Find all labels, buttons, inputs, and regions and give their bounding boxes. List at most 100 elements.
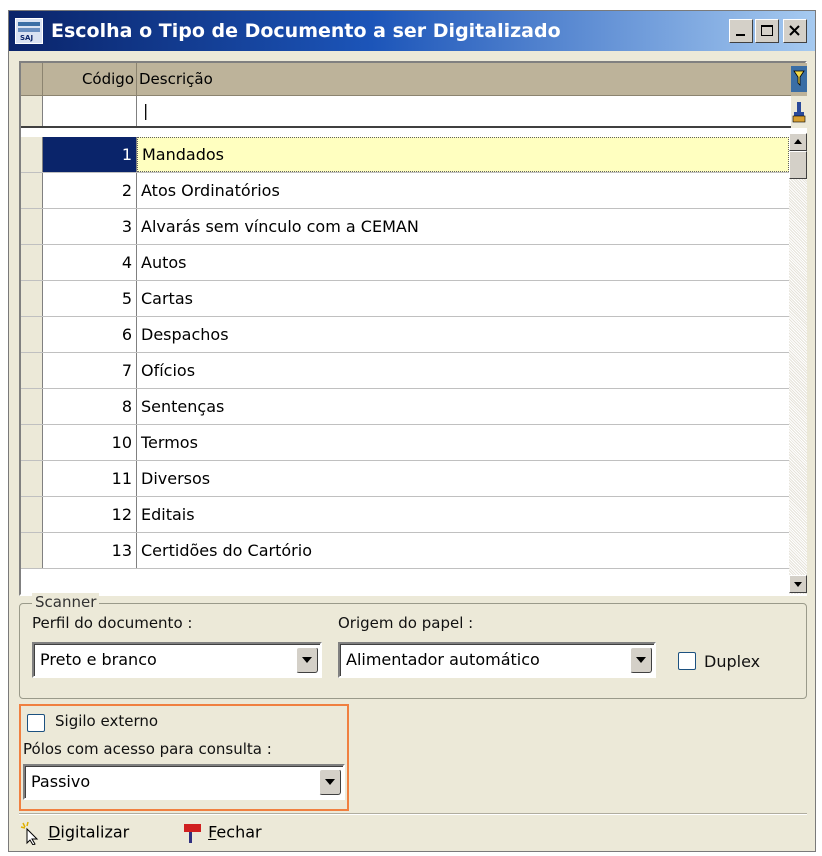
row-indicator bbox=[21, 425, 43, 460]
row-description: Despachos bbox=[141, 325, 229, 344]
close-icon bbox=[789, 25, 800, 36]
table-row[interactable]: 7 Ofícios bbox=[21, 353, 789, 389]
profile-label: Perfil do documento : bbox=[32, 614, 193, 632]
close-button[interactable] bbox=[783, 19, 807, 43]
window-title: Escolha o Tipo de Documento a ser Digita… bbox=[51, 20, 561, 42]
row-indicator bbox=[21, 497, 43, 532]
row-description: Termos bbox=[141, 433, 198, 452]
row-code: 4 bbox=[43, 245, 137, 280]
row-indicator bbox=[21, 533, 43, 568]
table-row[interactable]: 10 Termos bbox=[21, 425, 789, 461]
digitalizar-mnemonic: D bbox=[48, 822, 61, 842]
maximize-button[interactable] bbox=[755, 19, 779, 43]
table-row[interactable]: 3 Alvarás sem vínculo com a CEMAN bbox=[21, 209, 789, 245]
funnel-icon bbox=[791, 66, 807, 92]
row-code: 7 bbox=[43, 353, 137, 388]
app-icon: SAJ bbox=[15, 18, 43, 44]
paper-source-select[interactable]: Alimentador automático bbox=[338, 642, 656, 678]
row-code: 6 bbox=[43, 317, 137, 352]
polos-select[interactable]: Passivo bbox=[23, 764, 345, 800]
grid-scrollbar[interactable] bbox=[789, 133, 807, 594]
table-row[interactable]: 6 Despachos bbox=[21, 317, 789, 353]
column-header-description[interactable]: Descrição bbox=[137, 63, 791, 95]
row-indicator bbox=[21, 317, 43, 352]
filter-button[interactable] bbox=[791, 63, 807, 96]
polos-label: Pólos com acesso para consulta : bbox=[23, 740, 272, 758]
profile-value: Preto e branco bbox=[40, 650, 157, 669]
filter-row: | bbox=[21, 96, 791, 128]
row-code: 11 bbox=[43, 461, 137, 496]
sigilo-externo-checkbox[interactable] bbox=[27, 714, 45, 732]
table-row[interactable]: 11 Diversos bbox=[21, 461, 789, 497]
row-indicator bbox=[21, 461, 43, 496]
scroll-thumb[interactable] bbox=[789, 151, 807, 179]
row-description: Autos bbox=[141, 253, 187, 272]
row-description: Mandados bbox=[137, 137, 789, 172]
row-indicator bbox=[21, 389, 43, 424]
scan-cursor-icon bbox=[20, 821, 39, 846]
row-code: 5 bbox=[43, 281, 137, 316]
row-code: 13 bbox=[43, 533, 137, 568]
app-icon-label: SAJ bbox=[20, 34, 34, 42]
row-description: Ofícios bbox=[141, 361, 196, 380]
filter-indicator bbox=[21, 96, 43, 126]
maximize-icon bbox=[761, 25, 773, 36]
duplex-label[interactable]: Duplex bbox=[704, 652, 760, 671]
row-indicator bbox=[21, 137, 43, 172]
header-indicator bbox=[21, 63, 43, 95]
document-type-grid: Código Descrição | 1 Mandados 2 Atos Ordina… bbox=[19, 61, 807, 596]
arrow-down-icon bbox=[794, 582, 802, 587]
sigilo-externo-label[interactable]: Sigilo externo bbox=[55, 712, 158, 730]
digitalizar-button[interactable]: Digitalizar bbox=[19, 821, 129, 851]
document-type-dialog: SAJ Escolha o Tipo de Documento a ser Di… bbox=[8, 10, 816, 852]
row-description: Sentenças bbox=[141, 397, 225, 416]
exit-flag-icon bbox=[184, 824, 201, 843]
row-description: Cartas bbox=[141, 289, 193, 308]
digitalizar-label: igitalizar bbox=[60, 822, 130, 842]
table-row[interactable]: 1 Mandados bbox=[21, 137, 789, 173]
row-indicator bbox=[21, 281, 43, 316]
clear-filter-button[interactable] bbox=[791, 96, 807, 128]
table-row[interactable]: 12 Editais bbox=[21, 497, 789, 533]
scroll-up-button[interactable] bbox=[789, 133, 807, 151]
scanner-legend: Scanner bbox=[32, 593, 100, 611]
brush-icon bbox=[792, 102, 806, 123]
table-row[interactable]: 13 Certidões do Cartório bbox=[21, 533, 789, 569]
title-bar[interactable]: SAJ Escolha o Tipo de Documento a ser Di… bbox=[9, 11, 815, 51]
row-code: 12 bbox=[43, 497, 137, 532]
minimize-button[interactable] bbox=[729, 19, 753, 43]
row-description: Editais bbox=[141, 505, 195, 524]
chevron-down-icon[interactable] bbox=[630, 647, 652, 673]
footer-divider bbox=[19, 813, 807, 815]
row-description: Diversos bbox=[141, 469, 211, 488]
filter-description-input[interactable]: | bbox=[137, 96, 791, 126]
row-description: Alvarás sem vínculo com a CEMAN bbox=[141, 217, 419, 236]
duplex-checkbox[interactable] bbox=[678, 652, 696, 670]
row-description: Atos Ordinatórios bbox=[141, 181, 280, 200]
table-row[interactable]: 4 Autos bbox=[21, 245, 789, 281]
row-indicator bbox=[21, 353, 43, 388]
row-indicator bbox=[21, 173, 43, 208]
chevron-down-icon[interactable] bbox=[296, 647, 318, 673]
chevron-down-icon[interactable] bbox=[319, 769, 341, 795]
fechar-button[interactable]: Fechar bbox=[181, 821, 262, 851]
row-code: 8 bbox=[43, 389, 137, 424]
table-row[interactable]: 5 Cartas bbox=[21, 281, 789, 317]
fechar-label: echar bbox=[216, 822, 262, 842]
paper-source-value: Alimentador automático bbox=[346, 650, 540, 669]
paper-source-label: Origem do papel : bbox=[338, 614, 474, 632]
row-code: 2 bbox=[43, 173, 137, 208]
row-code: 10 bbox=[43, 425, 137, 460]
row-indicator bbox=[21, 209, 43, 244]
row-code: 1 bbox=[43, 137, 137, 172]
scroll-down-button[interactable] bbox=[789, 575, 807, 593]
access-group: Sigilo externo Pólos com acesso para con… bbox=[19, 704, 349, 811]
table-row[interactable]: 2 Atos Ordinatórios bbox=[21, 173, 789, 209]
profile-select[interactable]: Preto e branco bbox=[32, 642, 322, 678]
column-header-code[interactable]: Código bbox=[43, 63, 137, 95]
filter-code-input[interactable] bbox=[43, 96, 137, 126]
table-row[interactable]: 8 Sentenças bbox=[21, 389, 789, 425]
row-indicator bbox=[21, 245, 43, 280]
grid-header: Código Descrição bbox=[21, 63, 791, 96]
grid-rows: 1 Mandados 2 Atos Ordinatórios 3 Alvarás sem … bbox=[21, 133, 789, 593]
